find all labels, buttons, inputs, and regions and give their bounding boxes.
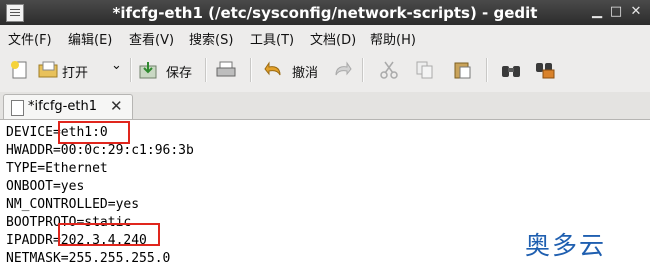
find-replace-button[interactable] bbox=[532, 56, 558, 84]
undo-button[interactable]: 撤消 bbox=[264, 56, 326, 84]
find-replace-icon bbox=[535, 61, 555, 79]
menu-search[interactable]: 搜索(S) bbox=[189, 29, 233, 48]
save-button[interactable]: 保存 bbox=[138, 56, 196, 84]
menu-edit[interactable]: 编辑(E) bbox=[68, 29, 112, 48]
editor-line[interactable]: HWADDR=00:0c:29:c1:96:3b bbox=[6, 143, 194, 158]
open-button[interactable]: 打开 bbox=[38, 56, 98, 84]
toolbar: 打开 ⌄ 保存 撤消 bbox=[0, 48, 650, 93]
toolbar-separator bbox=[130, 58, 132, 82]
redo-button[interactable] bbox=[330, 56, 354, 84]
undo-icon bbox=[264, 61, 284, 79]
toolbar-separator bbox=[486, 58, 488, 82]
document-icon bbox=[11, 100, 24, 116]
menu-help[interactable]: 帮助(H) bbox=[370, 29, 416, 48]
cut-button[interactable] bbox=[376, 56, 402, 84]
menu-bar: 文件(F) 编辑(E) 查看(V) 搜索(S) 工具(T) 文档(D) 帮助(H… bbox=[0, 25, 650, 48]
cut-icon bbox=[379, 61, 399, 79]
undo-label: 撤消 bbox=[292, 66, 319, 81]
copy-button[interactable] bbox=[412, 56, 438, 84]
close-tab-icon[interactable]: ✕ bbox=[110, 97, 123, 115]
open-folder-icon bbox=[38, 61, 58, 79]
toolbar-separator bbox=[205, 58, 207, 82]
tab-ifcfg-eth1[interactable]: *ifcfg-eth1 ✕ bbox=[3, 94, 133, 119]
chevron-down-icon: ⌄ bbox=[111, 58, 122, 73]
title-bar: *ifcfg-eth1 (/etc/sysconfig/network-scri… bbox=[0, 0, 650, 25]
toolbar-separator bbox=[250, 58, 252, 82]
menu-view[interactable]: 查看(V) bbox=[129, 29, 174, 48]
minimize-button[interactable]: ▁ bbox=[588, 3, 606, 21]
device-value-highlight bbox=[58, 121, 130, 144]
window-title: *ifcfg-eth1 (/etc/sysconfig/network-scri… bbox=[112, 4, 538, 22]
document-tab-bar: *ifcfg-eth1 ✕ bbox=[0, 92, 650, 119]
tab-label: *ifcfg-eth1 bbox=[28, 99, 97, 114]
close-window-button[interactable]: ✕ bbox=[627, 3, 645, 21]
print-button[interactable] bbox=[214, 56, 242, 84]
editor-line[interactable]: TYPE=Ethernet bbox=[6, 161, 108, 176]
copy-icon bbox=[415, 61, 435, 79]
find-button[interactable] bbox=[498, 56, 524, 84]
redo-icon bbox=[332, 61, 352, 79]
watermark-logo: 奥多云 bbox=[525, 231, 607, 260]
paste-icon bbox=[453, 61, 473, 79]
menu-tools[interactable]: 工具(T) bbox=[250, 29, 294, 48]
new-document-icon bbox=[10, 61, 30, 79]
open-dropdown-button[interactable]: ⌄ bbox=[108, 56, 126, 84]
paste-button[interactable] bbox=[450, 56, 476, 84]
menu-file[interactable]: 文件(F) bbox=[8, 29, 52, 48]
print-icon bbox=[216, 61, 236, 79]
new-button[interactable] bbox=[6, 56, 34, 84]
toolbar-separator bbox=[362, 58, 364, 82]
editor-line[interactable]: NETMASK=255.255.255.0 bbox=[6, 251, 170, 266]
save-icon bbox=[138, 61, 158, 79]
maximize-button[interactable]: □ bbox=[607, 3, 625, 21]
save-label: 保存 bbox=[166, 66, 193, 81]
menu-documents[interactable]: 文档(D) bbox=[310, 29, 356, 48]
open-label: 打开 bbox=[62, 66, 89, 81]
editor-line[interactable]: NM_CONTROLLED=yes bbox=[6, 197, 139, 212]
ipaddr-value-highlight bbox=[58, 223, 160, 246]
find-icon bbox=[501, 61, 521, 79]
editor-line[interactable]: ONBOOT=yes bbox=[6, 179, 84, 194]
